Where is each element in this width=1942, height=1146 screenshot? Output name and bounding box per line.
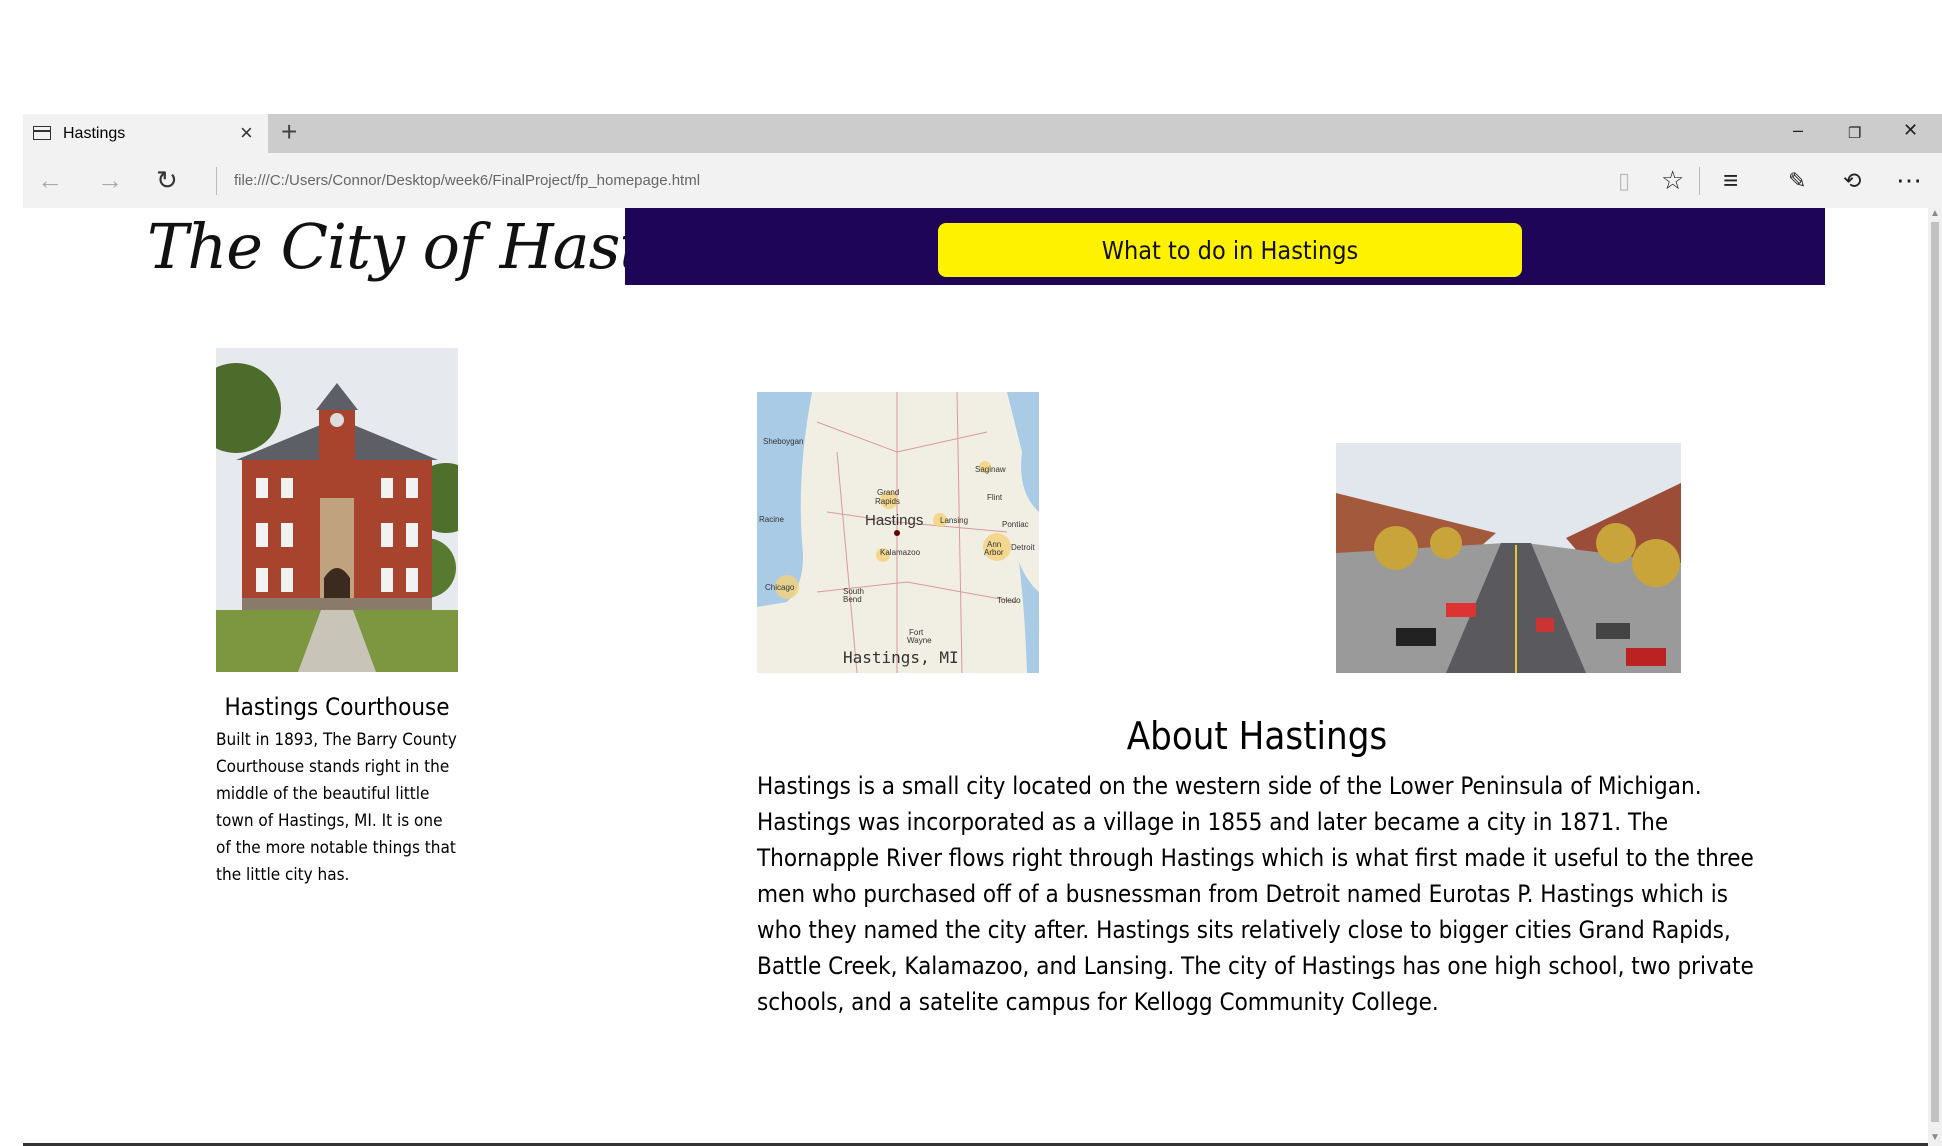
map-label: Sheboygan (763, 437, 803, 446)
tab-title: Hastings (63, 125, 126, 142)
back-arrow-icon[interactable]: ← (37, 165, 63, 196)
about-description: Hastings is a small city located on the … (757, 772, 1754, 1016)
map-image: Sheboygan Saginaw Grand Rapids Flint Rac… (757, 392, 1039, 673)
map-label: Rapids (875, 497, 900, 506)
tab-bar: Hastings × + – ❐ ✕ (23, 114, 1942, 153)
scroll-thumb[interactable] (1931, 222, 1939, 1122)
about-title: About Hastings (1126, 714, 1388, 758)
nav-band: What to do in Hastings (625, 208, 1825, 285)
scroll-up-icon[interactable]: ▲ (1930, 208, 1940, 219)
map-label: Flint (987, 493, 1003, 502)
address-bar: ← → ↻ file:///C:/Users/Connor/Desktop/we… (23, 153, 1942, 208)
courthouse-description: Built in 1893, The Barry County Courthou… (216, 730, 457, 885)
forward-arrow-icon[interactable]: → (97, 165, 123, 196)
url-field[interactable]: file:///C:/Users/Connor/Desktop/week6/Fi… (234, 172, 700, 189)
hub-icon[interactable]: ≡ (1723, 165, 1738, 196)
map-label: Arbor (984, 548, 1004, 557)
refresh-icon[interactable]: ↻ (156, 165, 178, 196)
map-label: Lansing (940, 516, 968, 525)
minimize-icon[interactable]: – (1793, 120, 1803, 141)
web-note-icon[interactable]: ✎ (1788, 168, 1806, 194)
courthouse-image (216, 348, 458, 672)
map-label: Chicago (765, 583, 795, 592)
map-label: Wayne (907, 636, 932, 645)
close-icon[interactable]: ✕ (1903, 120, 1918, 141)
map-label: Toledo (997, 596, 1021, 605)
tab-hastings[interactable]: Hastings × (23, 114, 268, 153)
plus-icon[interactable]: + (281, 116, 297, 148)
map-label: Saginaw (975, 465, 1006, 474)
map-label: Racine (759, 515, 784, 524)
star-icon[interactable]: ☆ (1661, 165, 1684, 196)
page-icon (33, 126, 51, 140)
map-caption: Hastings, MI (843, 648, 959, 667)
map-label-hastings: Hastings (865, 512, 923, 529)
map-label: Pontiac (1002, 520, 1029, 529)
share-icon[interactable]: ⟲ (1843, 168, 1861, 194)
page-viewport: The City of Hastings What to do in Hasti… (23, 208, 1928, 1146)
address-divider (216, 167, 217, 195)
map-label: Detroit (1011, 543, 1035, 552)
scroll-down-icon[interactable]: ▼ (1930, 1132, 1940, 1143)
reading-view-icon[interactable]: ▯ (1618, 168, 1630, 194)
downtown-street-image (1336, 443, 1681, 673)
vertical-scrollbar[interactable]: ▲ ▼ (1928, 208, 1942, 1146)
map-label: Grand (877, 488, 899, 497)
map-label: Kalamazoo (880, 548, 921, 557)
restore-icon[interactable]: ❐ (1848, 124, 1861, 142)
more-icon[interactable]: ⋯ (1896, 165, 1922, 196)
toolbar-divider (1699, 167, 1700, 195)
what-to-do-button[interactable]: What to do in Hastings (938, 223, 1522, 277)
close-icon[interactable]: × (240, 120, 253, 146)
courthouse-title: Hastings Courthouse (224, 693, 450, 721)
browser-window: Hastings × + – ❐ ✕ ← → ↻ file:///C:/User… (23, 114, 1942, 1146)
map-label: Bend (843, 595, 862, 604)
